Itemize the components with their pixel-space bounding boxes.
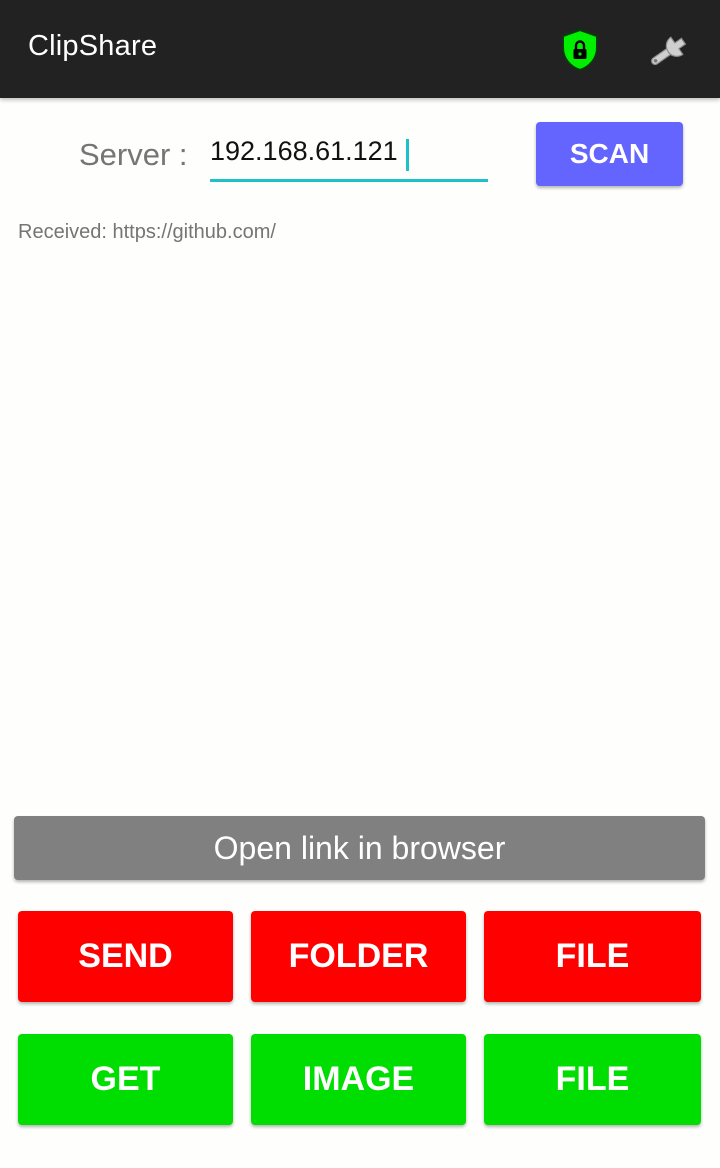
clipshare-app: ClipShare Server : SCAN Received: https:… bbox=[0, 0, 720, 1168]
get-text-button[interactable]: GET bbox=[18, 1034, 233, 1125]
received-status: Received: https://github.com/ bbox=[18, 221, 276, 243]
server-address-input[interactable] bbox=[210, 134, 488, 182]
send-folder-button[interactable]: FOLDER bbox=[251, 911, 466, 1002]
app-title: ClipShare bbox=[28, 30, 158, 62]
open-link-in-browser-button[interactable]: Open link in browser bbox=[14, 816, 705, 880]
shield-lock-icon[interactable] bbox=[560, 29, 600, 71]
text-cursor bbox=[406, 139, 409, 171]
send-text-button[interactable]: SEND bbox=[18, 911, 233, 1002]
server-label: Server : bbox=[79, 137, 188, 172]
get-image-button[interactable]: IMAGE bbox=[251, 1034, 466, 1125]
send-file-button[interactable]: FILE bbox=[484, 911, 701, 1002]
get-file-button[interactable]: FILE bbox=[484, 1034, 701, 1125]
wrench-icon[interactable] bbox=[644, 30, 696, 70]
app-bar: ClipShare bbox=[0, 0, 720, 98]
scan-button[interactable]: SCAN bbox=[536, 122, 683, 186]
